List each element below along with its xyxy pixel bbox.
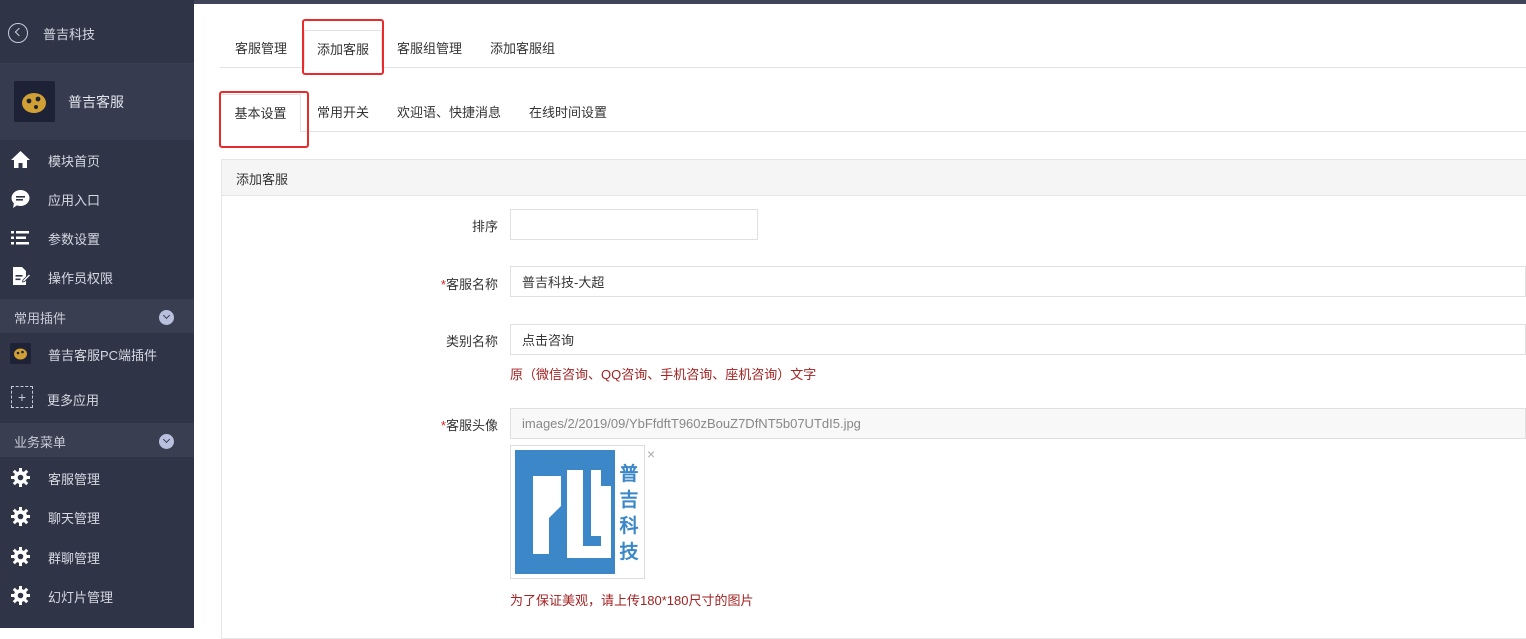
chat-bubble-icon: [10, 188, 31, 209]
sidebar-item-operator-permissions[interactable]: 操作员权限: [0, 257, 194, 296]
module-profile: 普吉客服: [0, 64, 194, 140]
company-logo-image: 普 吉 科 技: [515, 450, 639, 574]
top-bar: [194, 0, 1526, 4]
gear-icon: [10, 624, 31, 628]
sidebar-item-slideshow-management[interactable]: 幻灯片管理: [0, 576, 194, 615]
tab-online-time-settings[interactable]: 在线时间设置: [517, 94, 619, 132]
gear-icon: [10, 585, 31, 606]
sidebar-item-partial[interactable]: [0, 615, 194, 628]
section-business-header[interactable]: 业务菜单: [0, 423, 194, 457]
sidebar-item-label: 幻灯片管理: [48, 590, 114, 605]
panel-title: 添加客服: [236, 172, 289, 187]
module-logo-icon: [14, 81, 55, 122]
sidebar: 普吉科技 普吉客服 模块首页 应用入口 参数设置 操作员权限 常用插件 普吉客服…: [0, 0, 194, 628]
logo-char: 普: [619, 462, 638, 485]
module-name: 普吉客服: [68, 94, 124, 110]
sidebar-item-label: 模块首页: [48, 154, 101, 169]
sidebar-item-app-entry[interactable]: 应用入口: [0, 179, 194, 218]
sub-tabs: 基本设置 常用开关 欢迎语、快捷消息 在线时间设置: [220, 94, 1526, 132]
avatar-path-input[interactable]: [510, 408, 1526, 439]
avatar-help-text: 为了保证美观，请上传180*180尺寸的图片: [510, 593, 754, 608]
service-name-label: *客服名称: [440, 277, 498, 292]
section-title: 业务菜单: [14, 435, 67, 450]
category-name-label: 类别名称: [445, 334, 498, 349]
list-settings-icon: [10, 227, 31, 248]
home-icon: [10, 149, 31, 170]
tab-add-service-group[interactable]: 添加客服组: [478, 30, 567, 68]
sidebar-item-label: 应用入口: [48, 193, 101, 208]
service-name-input[interactable]: [510, 266, 1526, 297]
sidebar-item-params[interactable]: 参数设置: [0, 218, 194, 257]
sidebar-item-chat-management[interactable]: 聊天管理: [0, 497, 194, 536]
tab-service-group-management[interactable]: 客服组管理: [385, 30, 474, 68]
sidebar-item-group-chat-management[interactable]: 群聊管理: [0, 537, 194, 576]
sidebar-item-service-management[interactable]: 客服管理: [0, 458, 194, 497]
tab-basic-settings[interactable]: 基本设置: [220, 94, 301, 132]
chevron-down-icon[interactable]: [159, 310, 174, 325]
sidebar-item-label: 群聊管理: [48, 551, 101, 566]
logo-char: 吉: [619, 488, 638, 511]
gear-icon: [10, 467, 31, 488]
logo-char: 科: [619, 514, 638, 537]
sidebar-item-label: 参数设置: [48, 232, 101, 247]
sidebar-item-more-apps[interactable]: + 更多应用: [0, 379, 194, 417]
sort-input[interactable]: [510, 209, 758, 240]
remove-image-icon[interactable]: ×: [647, 446, 655, 462]
document-edit-icon: [10, 266, 32, 287]
back-title: 普吉科技: [43, 27, 96, 42]
chevron-down-icon[interactable]: [159, 434, 174, 449]
plugin-logo-icon: [10, 343, 31, 364]
back-button[interactable]: 普吉科技: [0, 0, 194, 64]
sidebar-item-label: 客服管理: [48, 472, 101, 487]
sidebar-item-label: 操作员权限: [48, 271, 114, 286]
service-avatar-label: *客服头像: [440, 418, 498, 433]
panel-header: 添加客服: [222, 160, 1526, 196]
category-help-text: 原（微信咨询、QQ咨询、手机咨询、座机咨询）文字: [510, 367, 817, 382]
sidebar-item-module-home[interactable]: 模块首页: [0, 140, 194, 179]
sidebar-item-label: 普吉客服PC端插件: [48, 348, 158, 363]
tab-common-switches[interactable]: 常用开关: [305, 94, 381, 132]
category-name-input[interactable]: [510, 324, 1526, 355]
sidebar-item-label: 聊天管理: [48, 511, 101, 526]
section-title: 常用插件: [14, 311, 67, 326]
gear-icon: [10, 546, 31, 567]
sort-label: 排序: [471, 219, 498, 234]
logo-char: 技: [619, 540, 639, 563]
avatar-thumbnail: 普 吉 科 技: [510, 445, 645, 579]
section-plugins-header[interactable]: 常用插件: [0, 299, 194, 333]
back-arrow-icon[interactable]: [8, 23, 28, 43]
tab-welcome-quick-messages[interactable]: 欢迎语、快捷消息: [385, 94, 513, 132]
gear-icon: [10, 506, 31, 527]
sidebar-item-label: 更多应用: [47, 393, 100, 408]
sidebar-item-pc-plugin[interactable]: 普吉客服PC端插件: [0, 335, 194, 373]
top-tabs: 客服管理 添加客服 客服组管理 添加客服组: [220, 30, 1526, 68]
tab-add-service[interactable]: 添加客服: [304, 30, 383, 68]
tab-service-management[interactable]: 客服管理: [223, 30, 299, 68]
plus-icon: +: [11, 386, 33, 408]
